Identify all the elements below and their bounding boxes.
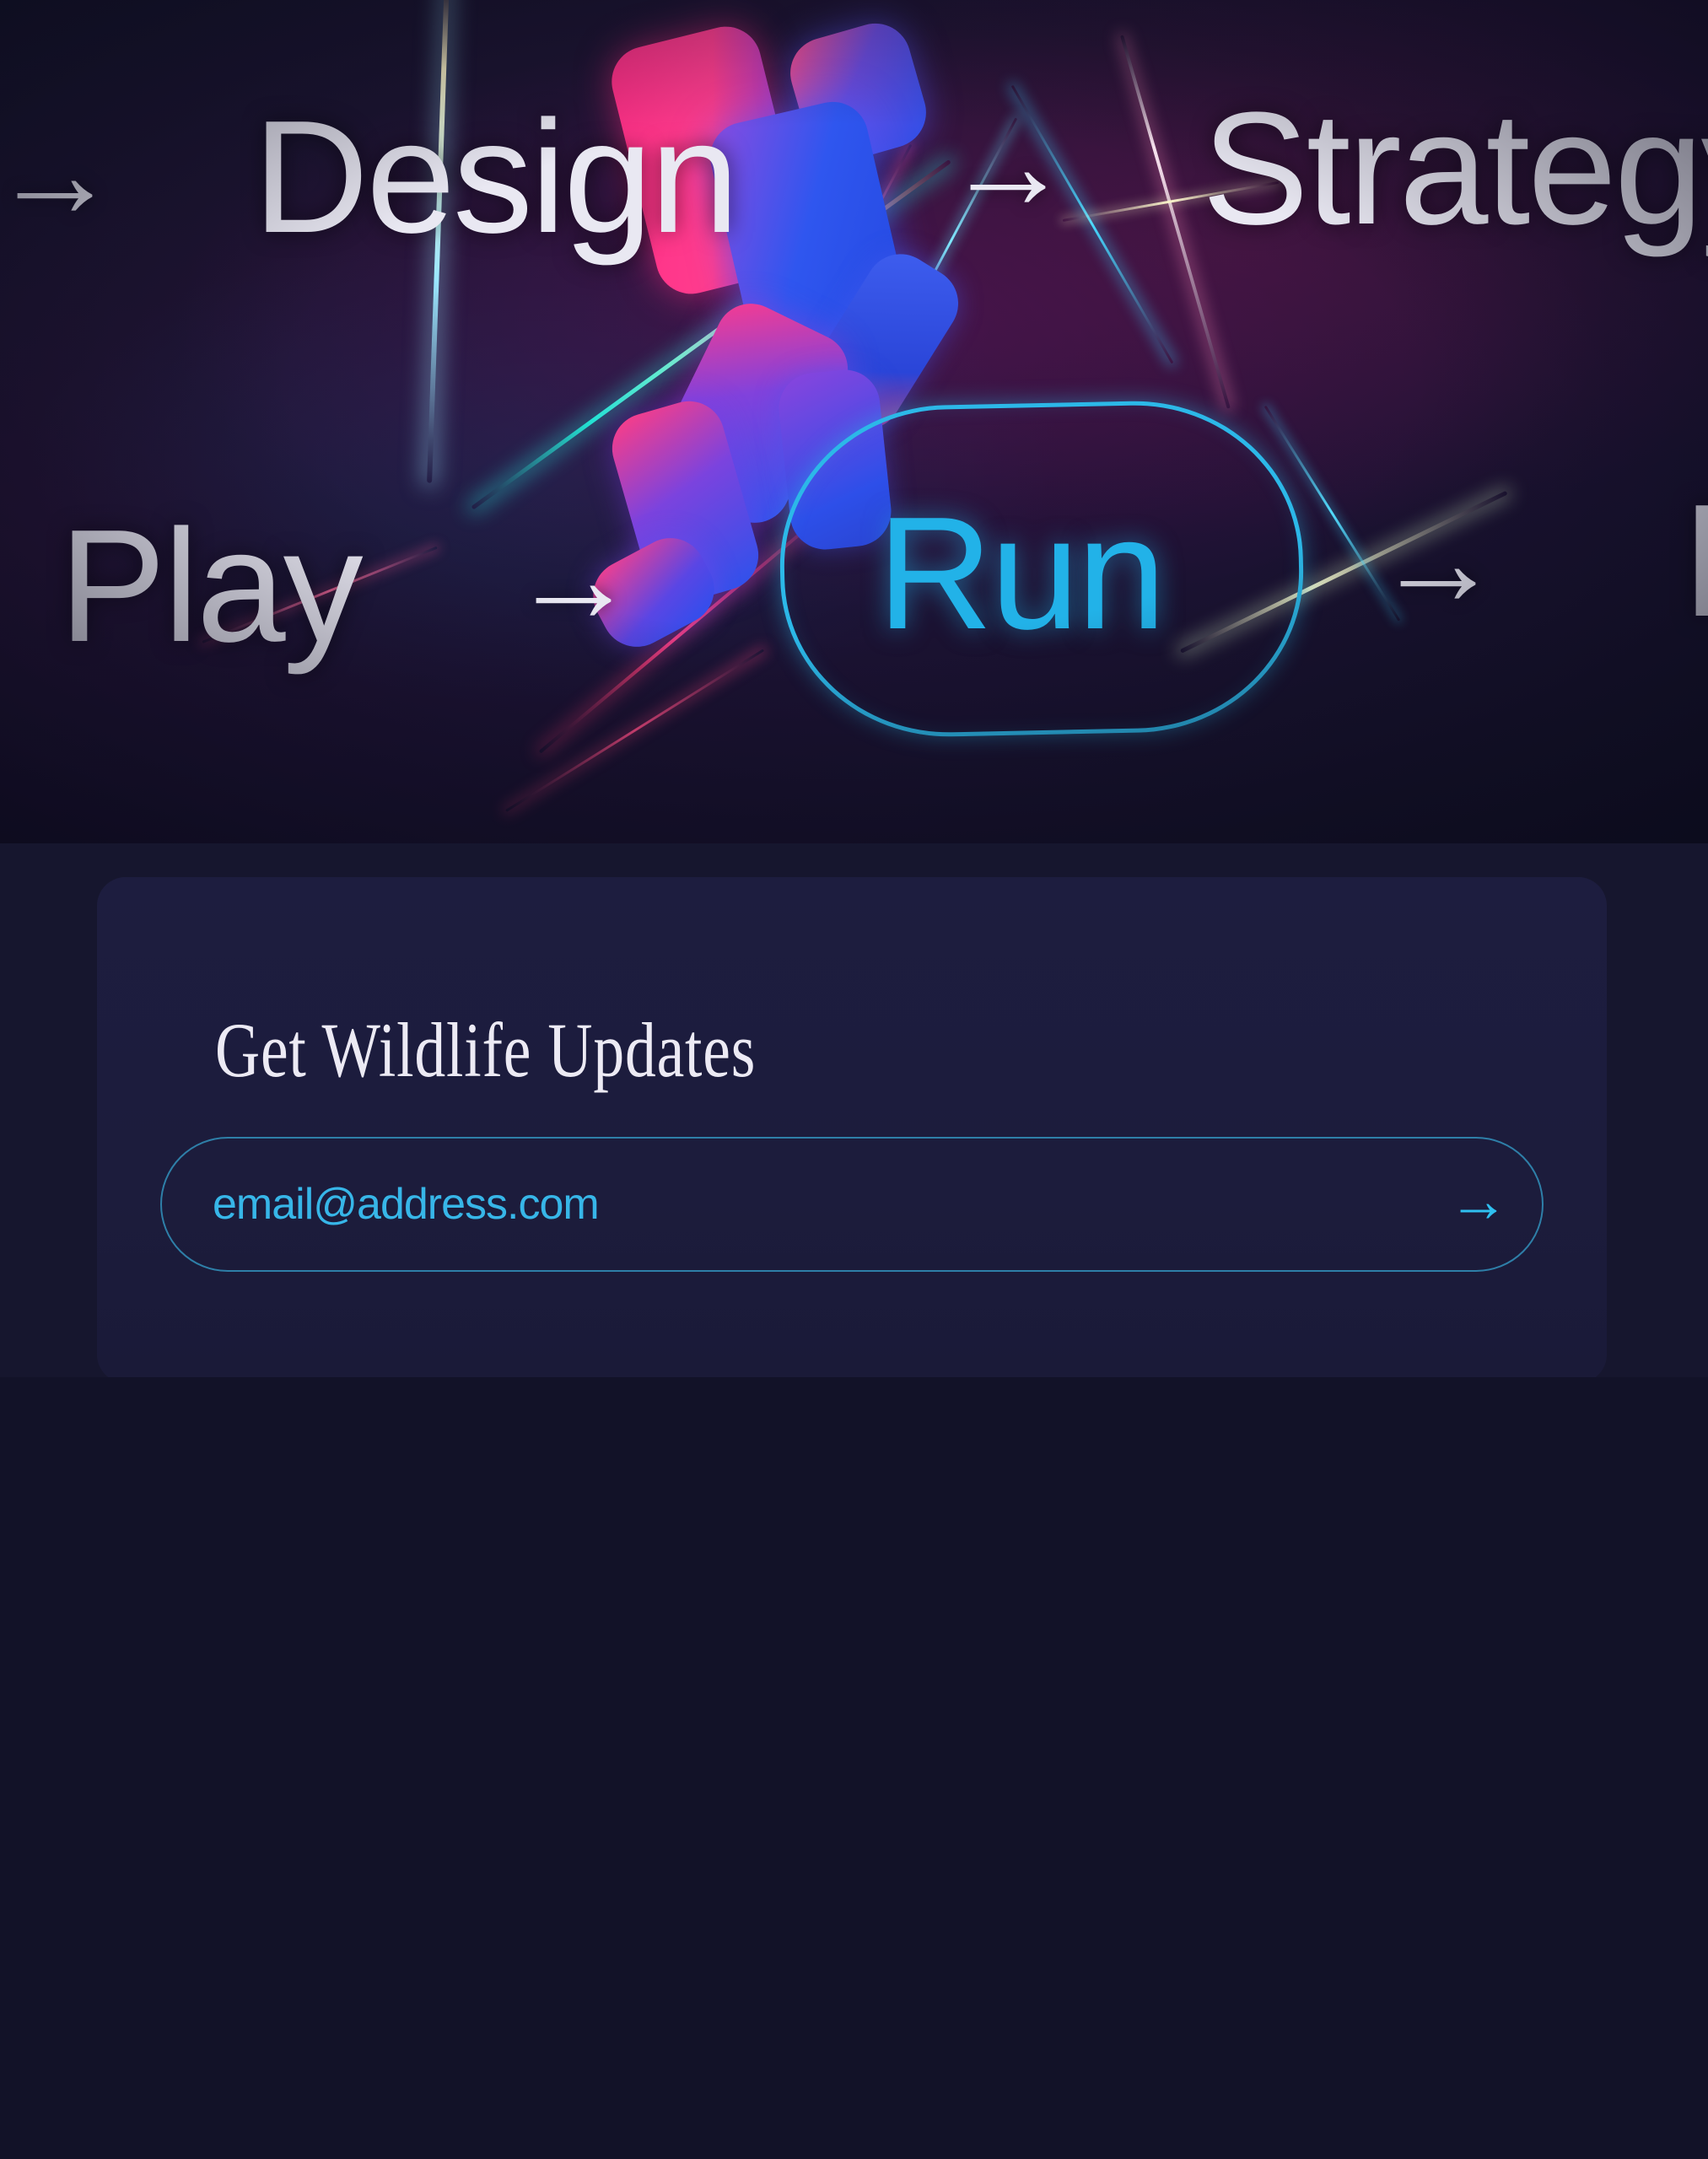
arrow-right-icon: → [0, 102, 118, 244]
newsletter-card [97, 877, 1607, 1383]
hero-word-strategy: Strategy [1202, 79, 1708, 258]
newsletter-title: Get Wildlife Updates [215, 1007, 757, 1093]
hero-word-run: Run [877, 484, 1167, 663]
hero-word-design: Design [253, 88, 739, 267]
arrow-right-icon: → [1375, 490, 1501, 632]
hero-word-truncated: P [1683, 481, 1708, 641]
hero-word-play: Play [59, 497, 364, 676]
footer-section: Work What We Do Who We Are Careers Conta… [0, 1377, 1708, 2159]
newsletter-form: → [160, 1137, 1544, 1272]
page-root: → Design → Strategy Play → Run → P Get W… [0, 0, 1708, 2159]
arrow-right-icon: → [510, 507, 637, 649]
email-input[interactable] [162, 1179, 1415, 1230]
newsletter-submit-button[interactable]: → [1415, 1171, 1542, 1238]
arrow-right-icon: → [1448, 1167, 1509, 1235]
arrow-right-icon: → [945, 94, 1071, 235]
hero-section: → Design → Strategy Play → Run → P [0, 0, 1708, 843]
